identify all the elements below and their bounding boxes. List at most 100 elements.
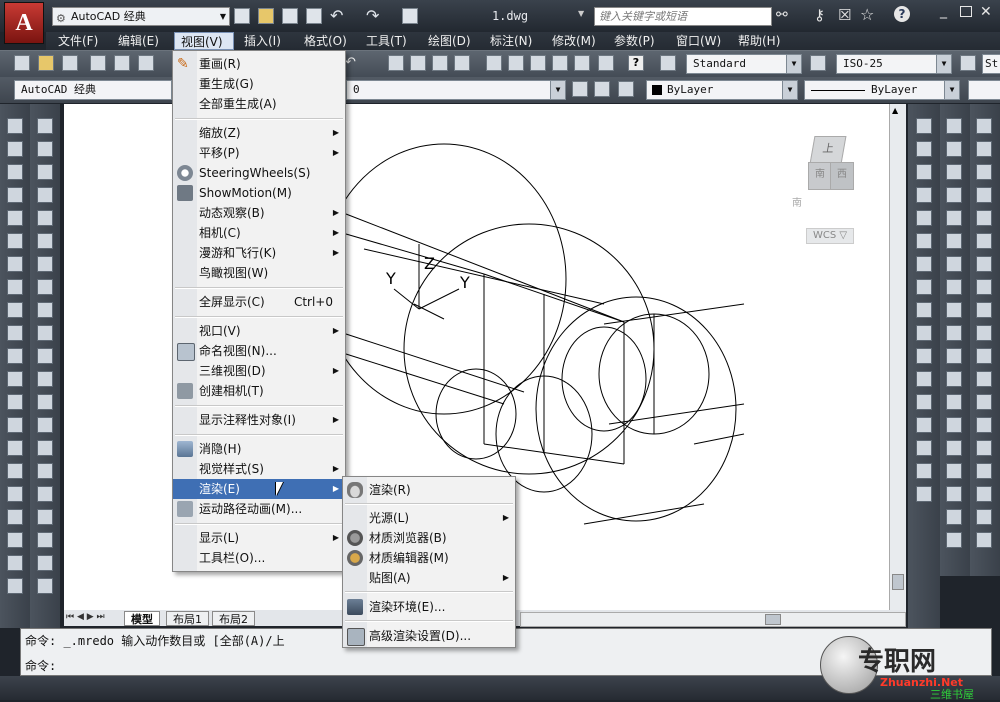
menu-item-hide[interactable]: 消隐(H) (173, 439, 345, 459)
modify-tool-icon[interactable] (37, 141, 53, 157)
menu-item-display[interactable]: 显示(L) ▶ (173, 528, 345, 548)
solid-edit-tool-icon[interactable] (916, 463, 932, 479)
modeling-tool-icon[interactable] (946, 302, 962, 318)
modeling-tool-icon[interactable] (946, 371, 962, 387)
draw-tool-icon[interactable] (7, 118, 23, 134)
open-file-icon[interactable] (258, 8, 274, 24)
menu-item-orbit[interactable]: 动态观察(B) ▶ (173, 203, 345, 223)
menu-item-aerial-view[interactable]: 鸟瞰视图(W) (173, 263, 345, 283)
menu-item-annotative-objects[interactable]: 显示注释性对象(I) ▶ (173, 410, 345, 430)
modeling-tool-icon[interactable] (946, 325, 962, 341)
modify-tool-icon[interactable] (37, 555, 53, 571)
view-tool-icon[interactable] (976, 440, 992, 456)
design-center-icon[interactable] (508, 55, 524, 71)
modify-tool-icon[interactable] (37, 256, 53, 272)
view-tool-icon[interactable] (976, 325, 992, 341)
menu-item-create-camera[interactable]: 创建相机(T) (173, 381, 345, 401)
pan-icon[interactable] (388, 55, 404, 71)
undo-icon[interactable]: ↶ (330, 6, 343, 25)
draw-tool-icon[interactable] (7, 371, 23, 387)
view-tool-icon[interactable] (976, 417, 992, 433)
menu-item-materials-editor[interactable]: 材质编辑器(M) (343, 548, 515, 568)
menu-parametric[interactable]: 参数(P) (614, 32, 655, 50)
key-icon[interactable]: ⚷ (814, 6, 825, 24)
linetype-select[interactable]: ByLayer ▼ (804, 80, 960, 100)
make-current-layer-icon[interactable] (572, 81, 588, 97)
view-tool-icon[interactable] (976, 118, 992, 134)
modeling-tool-icon[interactable] (946, 233, 962, 249)
menu-item-regen-all[interactable]: 全部重生成(A) (173, 94, 345, 114)
draw-tool-icon[interactable] (7, 348, 23, 364)
menu-tools[interactable]: 工具(T) (366, 32, 407, 50)
viewcube-top-face[interactable]: 上 (809, 136, 847, 164)
tab-model[interactable]: 模型 (124, 611, 160, 626)
draw-tool-icon[interactable] (7, 256, 23, 272)
menu-item-showmotion[interactable]: ShowMotion(M) (173, 183, 345, 203)
solid-edit-tool-icon[interactable] (916, 118, 932, 134)
draw-tool-icon[interactable] (7, 509, 23, 525)
solid-edit-tool-icon[interactable] (916, 394, 932, 410)
modeling-tool-icon[interactable] (946, 486, 962, 502)
modeling-tool-icon[interactable] (946, 463, 962, 479)
tab-layout2[interactable]: 布局2 (212, 611, 255, 626)
draw-tool-icon[interactable] (7, 210, 23, 226)
menu-modify[interactable]: 修改(M) (552, 32, 596, 50)
view-tool-icon[interactable] (976, 348, 992, 364)
publish-icon[interactable] (138, 55, 154, 71)
modeling-tool-icon[interactable] (946, 210, 962, 226)
modify-tool-icon[interactable] (37, 486, 53, 502)
tab-layout1[interactable]: 布局1 (166, 611, 209, 626)
view-tool-icon[interactable] (976, 279, 992, 295)
menu-item-pan[interactable]: 平移(P) ▶ (173, 143, 345, 163)
menu-item-walk-fly[interactable]: 漫游和飞行(K) ▶ (173, 243, 345, 263)
open-icon[interactable] (38, 55, 54, 71)
solid-edit-tool-icon[interactable] (916, 164, 932, 180)
view-tool-icon[interactable] (976, 371, 992, 387)
view-tool-icon[interactable] (976, 394, 992, 410)
draw-tool-icon[interactable] (7, 578, 23, 594)
menu-item-advanced-render-settings[interactable]: 高级渲染设置(D)... (343, 626, 515, 646)
menu-help[interactable]: 帮助(H) (738, 32, 780, 50)
modify-tool-icon[interactable] (37, 532, 53, 548)
menu-item-zoom[interactable]: 缩放(Z) ▶ (173, 123, 345, 143)
undo-icon[interactable]: ↶ (345, 55, 361, 71)
communication-center-icon[interactable]: ☒ (838, 6, 851, 24)
solid-edit-tool-icon[interactable] (916, 233, 932, 249)
workspace-select[interactable]: AutoCAD 经典 (14, 80, 172, 100)
color-select[interactable]: ByLayer ▼ (646, 80, 798, 100)
view-tool-icon[interactable] (976, 187, 992, 203)
markup-icon[interactable] (574, 55, 590, 71)
favorites-star-icon[interactable]: ☆ (860, 5, 874, 24)
modeling-tool-icon[interactable] (946, 164, 962, 180)
draw-tool-icon[interactable] (7, 302, 23, 318)
menu-item-render-environment[interactable]: 渲染环境(E)... (343, 597, 515, 617)
plot-icon[interactable] (90, 55, 106, 71)
lineweight-select[interactable] (968, 80, 1000, 100)
draw-tool-icon[interactable] (7, 141, 23, 157)
viewcube[interactable]: 上 南 西 南 (790, 126, 870, 209)
menu-item-camera[interactable]: 相机(C) ▶ (173, 223, 345, 243)
application-menu-button[interactable]: A (4, 2, 44, 44)
modeling-tool-icon[interactable] (946, 279, 962, 295)
solid-edit-tool-icon[interactable] (916, 371, 932, 387)
draw-tool-icon[interactable] (7, 532, 23, 548)
modeling-tool-icon[interactable] (946, 118, 962, 134)
draw-tool-icon[interactable] (7, 325, 23, 341)
viewcube-right-face[interactable]: 西 (830, 162, 854, 190)
modeling-tool-icon[interactable] (946, 348, 962, 364)
solid-edit-tool-icon[interactable] (916, 187, 932, 203)
view-tool-icon[interactable] (976, 141, 992, 157)
save-icon[interactable] (282, 8, 298, 24)
menu-view[interactable]: 视图(V) (174, 32, 234, 50)
solid-edit-tool-icon[interactable] (916, 325, 932, 341)
modify-tool-icon[interactable] (37, 463, 53, 479)
view-tool-icon[interactable] (976, 532, 992, 548)
menu-item-visual-styles[interactable]: 视觉样式(S) ▶ (173, 459, 345, 479)
modify-tool-icon[interactable] (37, 509, 53, 525)
chevron-down-icon[interactable]: ▼ (578, 9, 584, 18)
solid-edit-tool-icon[interactable] (916, 348, 932, 364)
menu-file[interactable]: 文件(F) (58, 32, 98, 50)
menu-item-viewports[interactable]: 视口(V) ▶ (173, 321, 345, 341)
zoom-window-icon[interactable] (432, 55, 448, 71)
view-tool-icon[interactable] (976, 233, 992, 249)
